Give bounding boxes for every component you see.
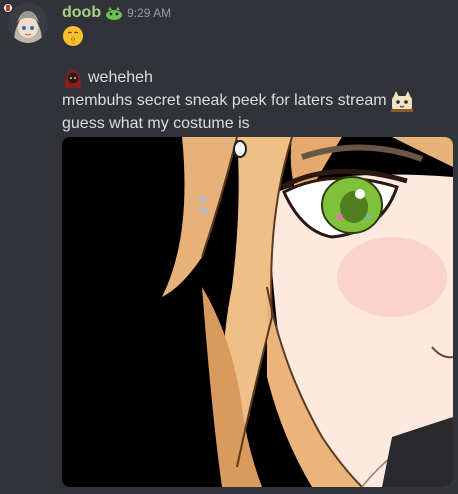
message-line: guess what my costume is bbox=[62, 115, 250, 132]
peeking-cat-emoji-icon bbox=[390, 90, 413, 112]
message-line: membuhs secret sneak peek for laters str… bbox=[62, 90, 413, 112]
anime-girl-avatar-icon bbox=[8, 3, 48, 43]
message-text: weheheh bbox=[88, 69, 153, 86]
shushing-face-emoji-icon bbox=[62, 25, 84, 47]
avatar[interactable] bbox=[8, 3, 48, 43]
avatar-status-icon bbox=[2, 2, 14, 14]
message-header: doob 9:29 AM bbox=[62, 3, 171, 23]
green-role-icon bbox=[105, 6, 123, 20]
chat-message: doob 9:29 AM weheheh membuhs secret snea… bbox=[0, 0, 458, 494]
username[interactable]: doob bbox=[62, 4, 101, 22]
anime-character-closeup-image bbox=[62, 137, 453, 487]
image-attachment[interactable] bbox=[62, 137, 453, 487]
hooded-figure-emoji-icon bbox=[62, 67, 84, 89]
message-text: membuhs secret sneak peek for laters str… bbox=[62, 92, 387, 109]
timestamp: 9:29 AM bbox=[127, 6, 172, 20]
message-line: weheheh bbox=[62, 67, 153, 89]
